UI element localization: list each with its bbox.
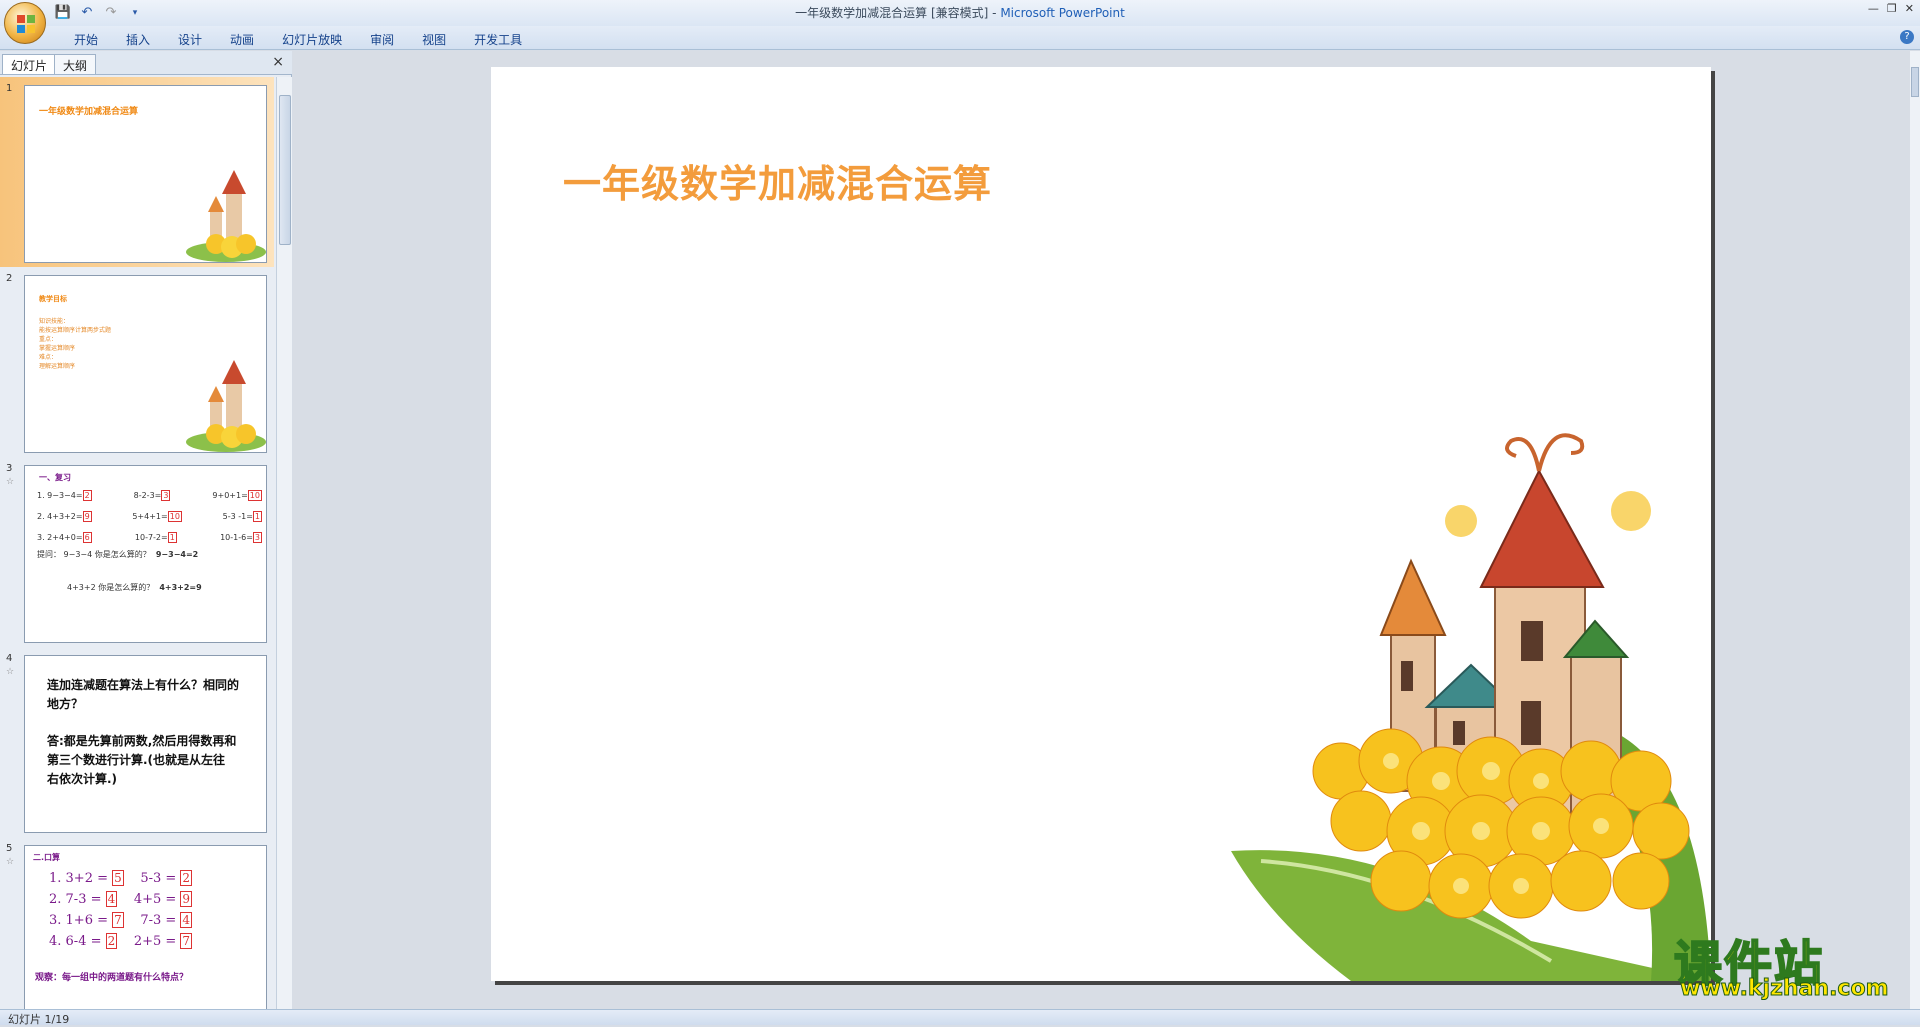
ribbon: 开始 插入 设计 动画 幻灯片放映 审阅 视图 开发工具 ? [0, 26, 1920, 50]
slide-number: 3 [6, 463, 13, 474]
thumb-title: 教学目标 [39, 295, 67, 303]
thumb-answer: 答:都是先算前两数,然后用得数再和第三个数进行计算.(也就是从左往右依次计算.) [47, 734, 237, 786]
tab-insert[interactable]: 插入 [112, 29, 164, 50]
thumb-line: 能按运算顺序计算两步式题 [39, 327, 112, 334]
current-slide[interactable]: 一年级数学加减混合运算 [491, 67, 1711, 981]
thumbnail-scrollbar[interactable] [276, 77, 292, 1009]
castle-flowers-image [186, 360, 266, 452]
slide-thumbnail[interactable]: 教学目标 知识技能： 能按运算顺序计算两步式题 重点： 掌握运算顺序 难点： 理… [24, 275, 267, 453]
minimize-icon[interactable]: — [1868, 2, 1879, 15]
restore-icon[interactable]: ❐ [1887, 2, 1897, 15]
slide-thumbnail[interactable]: 连加连减题在算法上有什么？相同的地方？ 答:都是先算前两数,然后用得数再和第三个… [24, 655, 267, 833]
castle-flowers-image [186, 170, 266, 262]
thumbnail-row[interactable]: 4 ☆ 连加连减题在算法上有什么？相同的地方？ 答:都是先算前两数,然后用得数再… [0, 647, 274, 837]
ribbon-tabs: 开始 插入 设计 动画 幻灯片放映 审阅 视图 开发工具 [60, 29, 536, 50]
thumb-line: 提问： 9−3−4 你是怎么算的？ 9−3−4=2 [37, 550, 199, 559]
thumb-title: 二.口算 [33, 853, 61, 862]
slide-number: 4 [6, 653, 13, 664]
title-bar: 💾 ↶ ↷ ▾ 一年级数学加减混合运算 [兼容模式] - Microsoft P… [0, 0, 1920, 26]
tab-slides[interactable]: 幻灯片 [2, 54, 57, 74]
tab-slideshow[interactable]: 幻灯片放映 [268, 29, 356, 50]
castle-flowers-image [1231, 433, 1711, 981]
tab-developer[interactable]: 开发工具 [460, 29, 536, 50]
watermark-url: www.kjzhan.com [1680, 976, 1890, 1002]
thumb-line: 4+3+2 你是怎么算的？ 4+3+2=9 [67, 583, 202, 592]
thumbnail-row[interactable]: 5 ☆ 二.口算 1. 3+2 = 5 5-3 = 2 2. 7-3 = 4 4… [0, 837, 274, 1009]
status-bar: 幻灯片 1/19 [0, 1009, 1920, 1026]
slides-pane: 幻灯片 大纲 × 1 一年级数学加减混合运算 2 教学目标 知识技能： 能按运算… [0, 51, 292, 1009]
thumb-line: 4. 6-4 = 2 2+5 = 7 [49, 933, 193, 949]
thumb-line: 难点： [39, 354, 58, 361]
slide-number: 2 [6, 273, 13, 284]
scrollbar-thumb[interactable] [279, 95, 291, 245]
tab-view[interactable]: 视图 [408, 29, 460, 50]
thumbnail-row[interactable]: 3 ☆ 一、复习 1. 9−3−4= 2 8-2-3= 3 9+0+1= 10 2. … [0, 457, 274, 647]
thumb-title: 一、复习 [39, 473, 71, 482]
thumb-title: 一年级数学加减混合运算 [39, 107, 139, 117]
thumb-body: 1. 3+2 = 5 5-3 = 2 2. 7-3 = 4 4+5 = 9 3.… [49, 868, 193, 952]
tab-animations[interactable]: 动画 [216, 29, 268, 50]
tab-design[interactable]: 设计 [164, 29, 216, 50]
thumb-line: 重点： [39, 336, 58, 343]
tab-home[interactable]: 开始 [60, 29, 112, 50]
slide-thumbnail[interactable]: 一年级数学加减混合运算 [24, 85, 267, 263]
office-button[interactable] [4, 2, 46, 44]
tab-outline[interactable]: 大纲 [54, 54, 97, 74]
thumb-line: 2. 4+3+2= 9 5+4+1= 10 5-3 -1= 1 [37, 511, 262, 522]
window-controls: — ❐ ✕ [1868, 2, 1914, 15]
tab-review[interactable]: 审阅 [356, 29, 408, 50]
thumbnail-list: 1 一年级数学加减混合运算 2 教学目标 知识技能： 能按运算顺序计算两步式题 … [0, 77, 274, 1009]
thumb-question: 连加连减题在算法上有什么？相同的地方？ [47, 678, 240, 711]
window-title: 一年级数学加减混合运算 [兼容模式] - Microsoft PowerPoin… [795, 6, 1125, 20]
help-icon[interactable]: ? [1900, 30, 1914, 44]
slide-thumbnail[interactable]: 二.口算 1. 3+2 = 5 5-3 = 2 2. 7-3 = 4 4+5 =… [24, 845, 267, 1009]
editor-scrollbar[interactable] [1910, 51, 1920, 1009]
slide-title[interactable]: 一年级数学加减混合运算 [563, 153, 992, 208]
animation-star-icon: ☆ [6, 477, 15, 487]
slide-number: 5 [6, 843, 13, 854]
watermark-logo: 课件站 www.kjzhan.com [1673, 924, 1914, 1004]
animation-star-icon: ☆ [6, 667, 15, 677]
slide-editor: 一年级数学加减混合运算 [293, 51, 1910, 1009]
thumbnail-row[interactable]: 1 一年级数学加减混合运算 [0, 77, 274, 267]
thumb-line: 1. 3+2 = 5 5-3 = 2 [49, 870, 193, 886]
thumb-line: 1. 9−3−4= 2 8-2-3= 3 9+0+1= 10 [37, 490, 262, 501]
pane-close-icon[interactable]: × [272, 54, 284, 70]
animation-star-icon: ☆ [6, 857, 15, 867]
thumb-line: 2. 7-3 = 4 4+5 = 9 [49, 891, 193, 907]
thumb-line: 3. 2+4+0= 6 10-7-2= 1 10-1-6= 3 [37, 532, 262, 543]
thumb-line: 掌握运算顺序 [39, 345, 76, 352]
thumb-line: 理解运算顺序 [39, 363, 76, 370]
scrollbar-thumb[interactable] [1911, 67, 1919, 97]
office-logo-icon [17, 15, 35, 33]
close-icon[interactable]: ✕ [1905, 2, 1914, 15]
thumb-line: 3. 1+6 = 7 7-3 = 4 [49, 912, 193, 928]
slide-thumbnail[interactable]: 一、复习 1. 9−3−4= 2 8-2-3= 3 9+0+1= 10 2. 4+3+… [24, 465, 267, 643]
thumbnail-row[interactable]: 2 教学目标 知识技能： 能按运算顺序计算两步式题 重点： 掌握运算顺序 难点：… [0, 267, 274, 457]
thumb-body: 知识技能： 能按运算顺序计算两步式题 重点： 掌握运算顺序 难点： 理解运算顺序 [39, 316, 111, 370]
thumb-line: 知识技能： [39, 318, 70, 325]
thumb-body: 1. 9−3−4= 2 8-2-3= 3 9+0+1= 10 2. 4+3+2= 9 5… [37, 490, 262, 593]
slide-number: 1 [6, 83, 13, 94]
pane-tabs: 幻灯片 大纲 × [0, 51, 292, 75]
thumb-footer: 观察：每一组中的两道题有什么特点？ [35, 973, 189, 983]
